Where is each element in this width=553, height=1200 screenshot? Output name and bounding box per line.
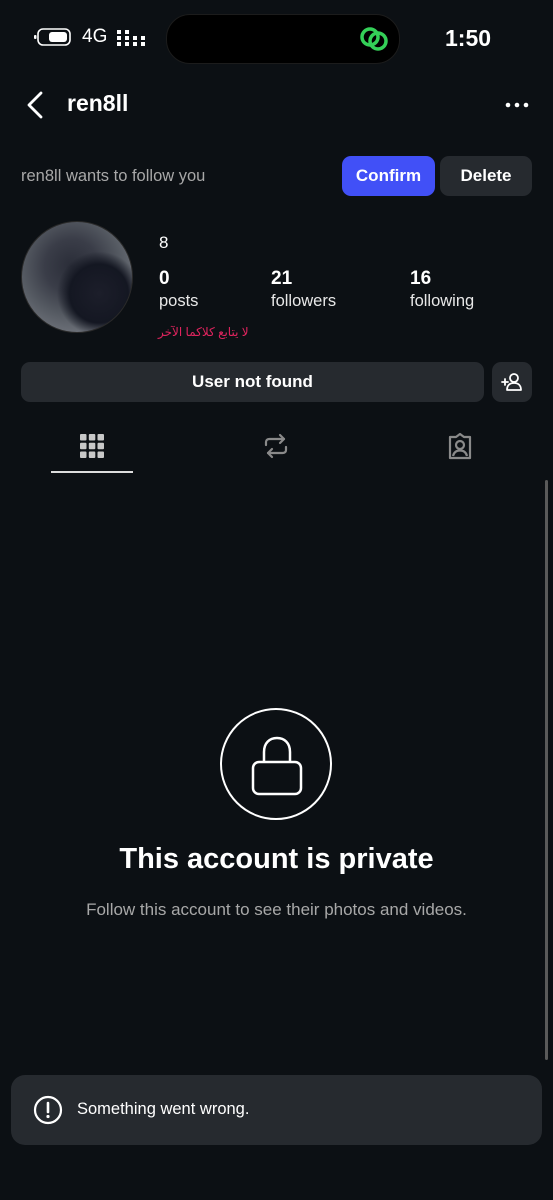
followers-stat[interactable]: 21 followers <box>271 268 336 311</box>
posts-count: 0 <box>159 268 170 289</box>
link-chain-icon <box>360 27 388 51</box>
posts-label: posts <box>159 292 199 310</box>
battery-icon <box>34 28 71 46</box>
dynamic-island <box>166 14 400 64</box>
error-toast[interactable]: Something went wrong. <box>11 1075 542 1145</box>
followers-count: 21 <box>271 268 293 289</box>
following-count: 16 <box>410 268 432 289</box>
grid-icon[interactable] <box>78 432 106 460</box>
follow-request-text: ren8ll wants to follow you <box>21 167 206 185</box>
more-options-icon[interactable] <box>505 95 529 115</box>
followers-label: followers <box>271 292 337 310</box>
mutual-follow-note: لا يتابع كلاكما الآخر <box>158 325 249 339</box>
posts-stat: 0 posts <box>159 268 198 311</box>
signal-icon <box>117 30 145 46</box>
toast-message: Something went wrong. <box>77 1100 250 1118</box>
lock-badge <box>220 708 332 820</box>
back-chevron-icon[interactable] <box>24 90 48 120</box>
lock-icon <box>251 736 303 796</box>
following-label: following <box>410 292 475 310</box>
repost-icon[interactable] <box>262 432 290 460</box>
add-user-button[interactable] <box>492 362 532 402</box>
scrollbar[interactable] <box>545 480 548 1060</box>
following-stat[interactable]: 16 following <box>410 268 474 311</box>
private-account-title: This account is private <box>119 843 434 875</box>
status-time: 1:50 <box>445 25 492 51</box>
user-not-found-button[interactable]: User not found <box>21 362 484 402</box>
add-user-icon <box>501 373 522 391</box>
profile-username: ren8ll <box>67 90 129 116</box>
network-type: 4G <box>82 26 108 47</box>
delete-button[interactable]: Delete <box>440 156 532 196</box>
confirm-button[interactable]: Confirm <box>342 156 435 196</box>
display-name: 8 <box>159 233 169 252</box>
tab-selected-indicator <box>51 471 133 473</box>
tagged-icon[interactable] <box>446 432 474 460</box>
avatar[interactable] <box>21 221 133 333</box>
alert-circle-icon <box>33 1095 63 1125</box>
private-account-subtitle: Follow this account to see their photos … <box>86 900 467 919</box>
